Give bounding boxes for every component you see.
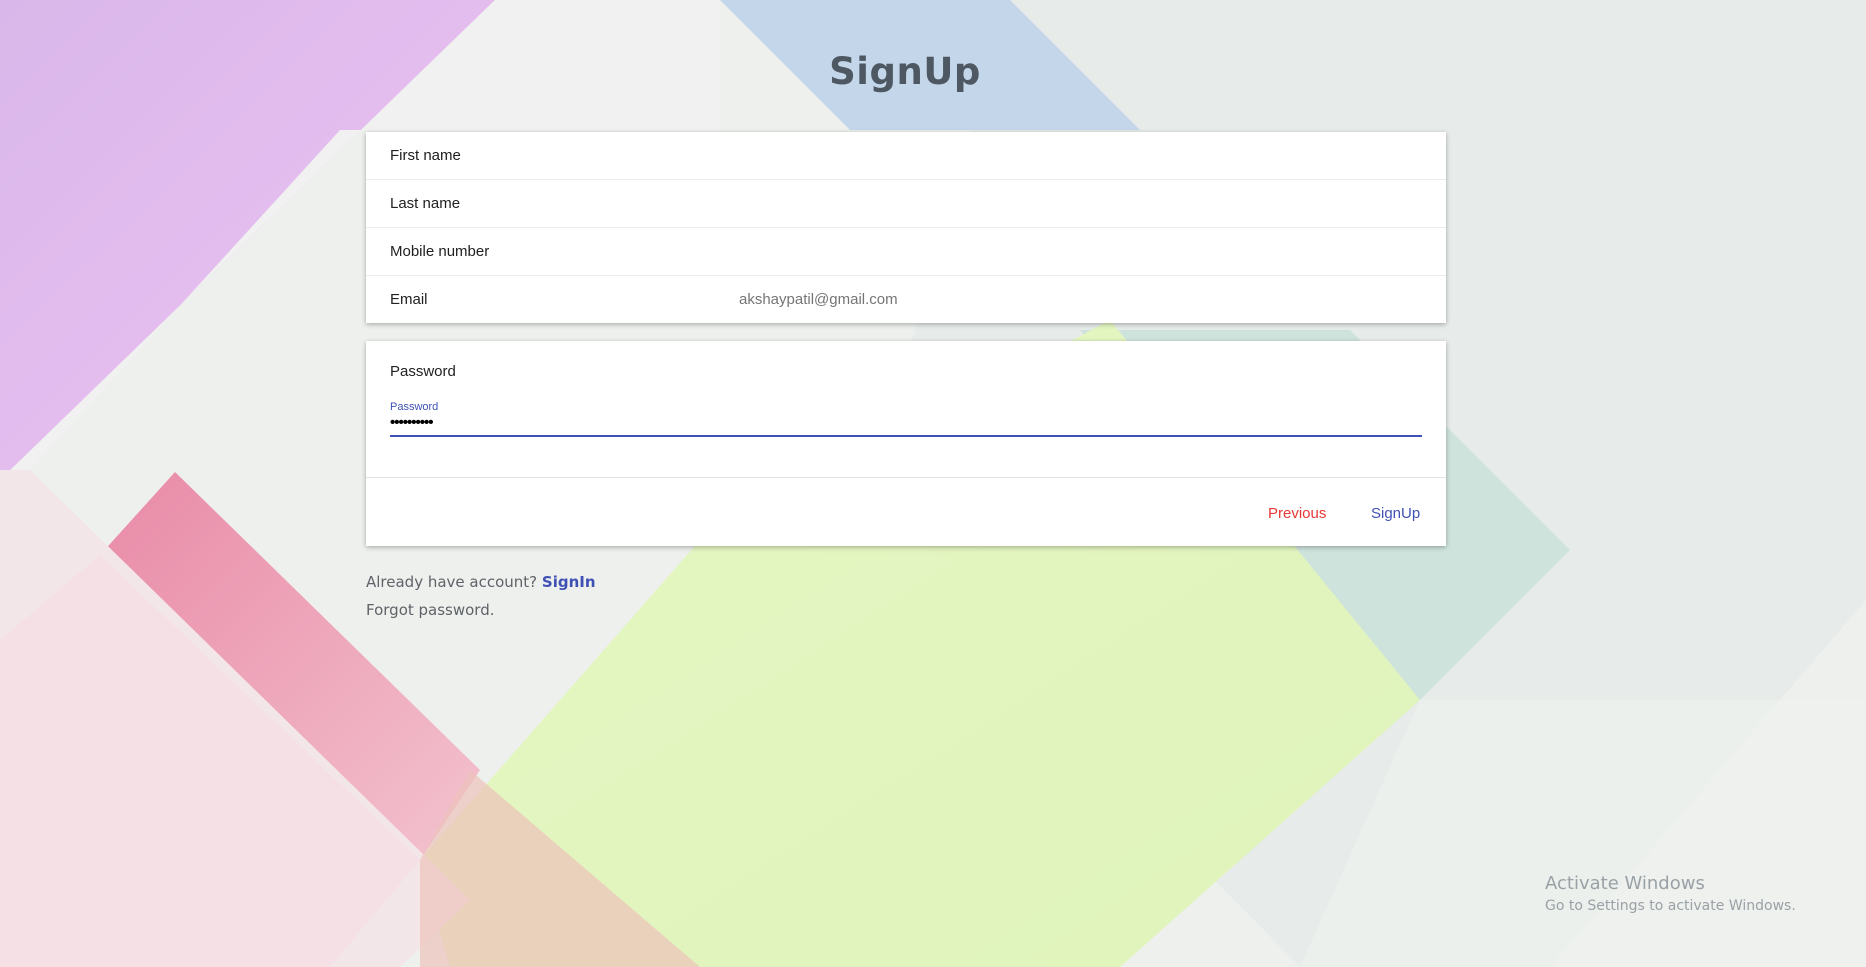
already-have-account-line: Already have account? SignIn bbox=[366, 568, 596, 596]
password-field-label: Password bbox=[390, 401, 439, 413]
summary-row-mobile-number[interactable]: Mobile number bbox=[366, 228, 1446, 276]
password-step-card: Password Password •••••••••• Previous Si… bbox=[366, 341, 1446, 546]
summary-label: Mobile number bbox=[390, 243, 490, 260]
summary-row-first-name[interactable]: First name bbox=[366, 132, 1446, 180]
summary-label: Email bbox=[390, 291, 428, 308]
already-have-account-text: Already have account? bbox=[366, 573, 542, 591]
previous-button[interactable]: Previous bbox=[1262, 501, 1332, 526]
signup-button[interactable]: SignUp bbox=[1365, 501, 1426, 526]
footer-links: Already have account? SignIn Forgot pass… bbox=[366, 568, 596, 624]
signup-summary-card: First name Last name Mobile number Email… bbox=[366, 132, 1446, 323]
summary-label: First name bbox=[390, 147, 461, 164]
summary-value-email: akshaypatil@gmail.com bbox=[739, 291, 898, 308]
divider bbox=[366, 477, 1446, 478]
password-step-heading: Password bbox=[390, 363, 456, 380]
password-input[interactable]: •••••••••• bbox=[390, 414, 434, 431]
summary-row-email[interactable]: Email akshaypatil@gmail.com bbox=[366, 276, 1446, 324]
activate-windows-subtitle: Go to Settings to activate Windows. bbox=[1545, 898, 1796, 914]
signin-link[interactable]: SignIn bbox=[542, 573, 596, 591]
page-title: SignUp bbox=[829, 50, 981, 93]
summary-row-last-name[interactable]: Last name bbox=[366, 180, 1446, 228]
activate-windows-title: Activate Windows bbox=[1545, 873, 1705, 894]
summary-label: Last name bbox=[390, 195, 461, 212]
password-field[interactable]: Password •••••••••• bbox=[390, 401, 1422, 437]
forgot-password-link[interactable]: Forgot password. bbox=[366, 596, 596, 624]
activate-windows-watermark: Activate Windows Go to Settings to activ… bbox=[1545, 873, 1796, 914]
